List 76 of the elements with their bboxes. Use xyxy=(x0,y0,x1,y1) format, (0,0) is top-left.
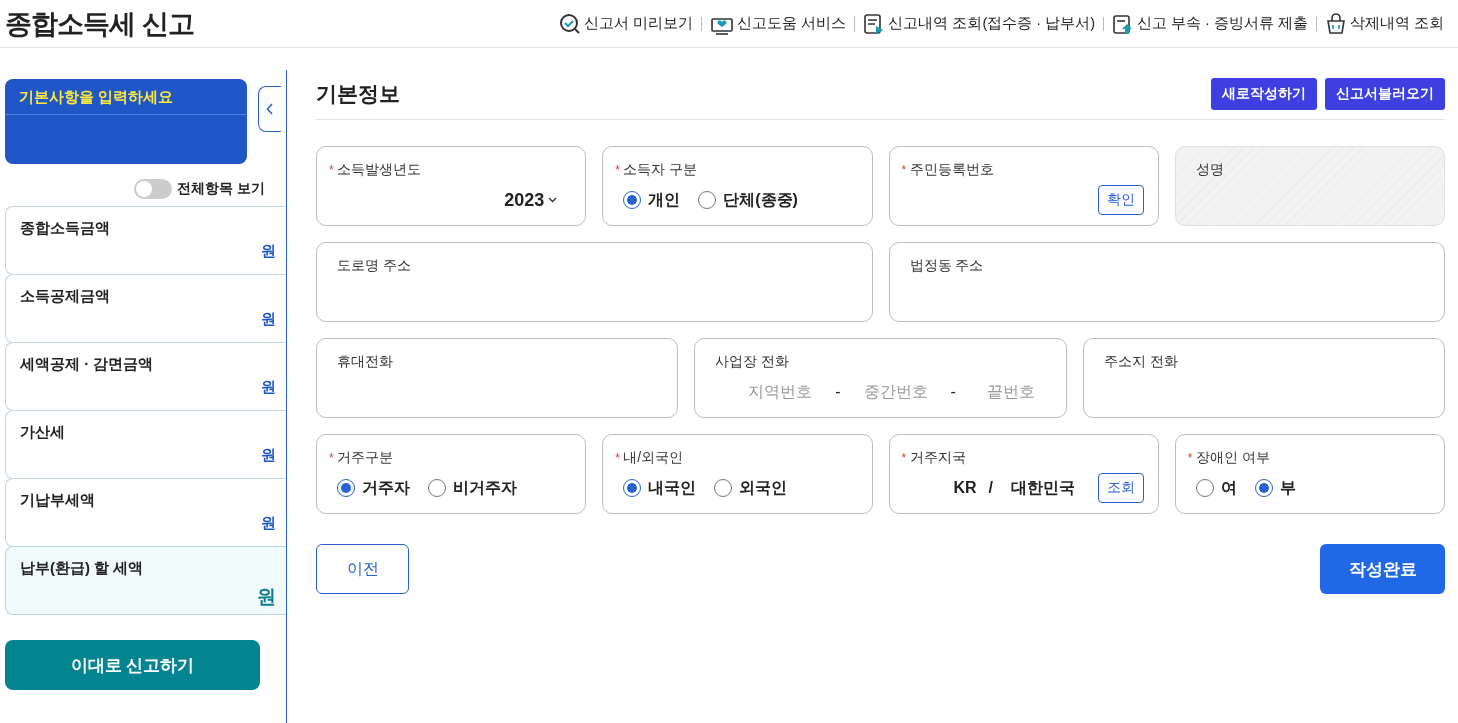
field-label: 주소지 전화 xyxy=(1103,353,1178,371)
field-label: 주민등록번호 xyxy=(909,161,994,179)
input-field[interactable]: 주소지 전화 xyxy=(1082,338,1445,418)
required-mark: * xyxy=(329,451,335,465)
banner-title: 기본사항을 입력하세요 xyxy=(5,79,247,115)
currency-unit: 원 xyxy=(261,242,276,261)
field-label: 휴대전화 xyxy=(337,353,393,371)
required-mark: * xyxy=(901,451,908,465)
field-label: 사업장 전화 xyxy=(715,353,790,371)
summary-label: 소득공제금액 xyxy=(20,287,111,306)
input-field[interactable]: 끝번호 xyxy=(969,381,1052,403)
summary-label: 가산세 xyxy=(20,423,66,442)
field-label: 거주지국 xyxy=(909,449,966,467)
radio-label: 개인 xyxy=(648,189,681,210)
confirm-button[interactable]: 확인 xyxy=(1097,185,1144,215)
currency-unit: 원 xyxy=(261,446,276,465)
submit-button[interactable]: 이대로 신고하기 xyxy=(5,640,260,690)
radio-label: 여 xyxy=(1220,477,1237,498)
currency-unit: 원 xyxy=(261,378,276,397)
dash-separator: - xyxy=(835,383,841,401)
required-mark: * xyxy=(615,451,621,465)
page-title: 종합소득세 신고 xyxy=(5,7,194,41)
radio-label: 부 xyxy=(1279,477,1296,498)
dash-separator: - xyxy=(950,383,956,401)
summary-label: 종합소득금액 xyxy=(20,219,111,238)
field-label: 장애인 여부 xyxy=(1195,449,1270,467)
summary-label: 납부(환급) 할 세액 xyxy=(20,559,145,578)
summary-label: 기납부세액 xyxy=(20,491,96,510)
required-mark: * xyxy=(615,163,621,177)
currency-unit: 원 xyxy=(261,514,276,533)
basket-icon xyxy=(1324,12,1347,35)
field-label: 거주구분 xyxy=(337,449,393,467)
input-field[interactable]: 지역번호 xyxy=(739,381,822,403)
action-button[interactable]: 신고서불러오기 xyxy=(1325,78,1445,110)
clipboard-upload-icon xyxy=(1112,12,1134,35)
header-link[interactable]: 신고도움 서비스 xyxy=(710,12,847,35)
section-title: 기본정보 xyxy=(316,81,400,107)
toggle-switch[interactable] xyxy=(134,179,173,199)
currency-unit: 원 xyxy=(261,310,276,329)
caret-icon xyxy=(548,197,558,203)
input-field[interactable]: 도로명 주소 xyxy=(316,242,873,322)
year-select[interactable]: 2023 xyxy=(504,189,558,211)
field-label: 도로명 주소 xyxy=(337,257,411,275)
radio-label: 비거주자 xyxy=(453,477,517,498)
country-code: KR xyxy=(953,479,977,497)
field-label: 소득자 구분 xyxy=(623,161,698,179)
previous-button[interactable]: 이전 xyxy=(316,544,409,594)
field-label: 성명 xyxy=(1195,161,1224,179)
complete-button[interactable]: 작성완료 xyxy=(1320,544,1445,594)
header-link[interactable]: 신고내역 조회(접수증 · 납부서) xyxy=(863,12,1095,35)
collapse-button[interactable] xyxy=(258,86,281,132)
toggle-label: 전체항목 보기 xyxy=(177,180,265,198)
search-check-icon xyxy=(559,12,582,35)
input-field[interactable]: 법정동 주소 xyxy=(888,242,1445,322)
chevron-left-icon xyxy=(266,103,274,115)
field-label: 법정동 주소 xyxy=(909,257,984,275)
radio-label: 외국인 xyxy=(739,477,788,498)
required-mark: * xyxy=(901,163,908,177)
required-mark: * xyxy=(1187,451,1194,465)
radio-label: 내국인 xyxy=(648,477,697,498)
header-link[interactable]: 신고 부속 · 증빙서류 제출 xyxy=(1112,12,1308,35)
required-mark: * xyxy=(329,163,335,177)
currency-unit: 원 xyxy=(257,585,276,609)
summary-label: 세액공제 · 감면금액 xyxy=(20,355,155,374)
field-label: 내/외국인 xyxy=(623,449,684,467)
input-field[interactable]: 휴대전화 xyxy=(316,338,679,418)
slash-separator: / xyxy=(988,479,994,497)
radio-label: 단체(종중) xyxy=(723,189,798,210)
header-link[interactable]: 신고서 미리보기 xyxy=(559,12,694,35)
input-field[interactable]: 중간번호 xyxy=(854,381,937,403)
country-name: 대한민국 xyxy=(1011,477,1076,498)
lookup-button[interactable]: 조회 xyxy=(1097,473,1144,503)
header-link[interactable]: 삭제내역 조회 xyxy=(1324,12,1444,35)
field-label: 소득발생년도 xyxy=(337,161,421,179)
action-button[interactable]: 새로작성하기 xyxy=(1211,78,1317,110)
radio-label: 거주자 xyxy=(362,477,410,498)
